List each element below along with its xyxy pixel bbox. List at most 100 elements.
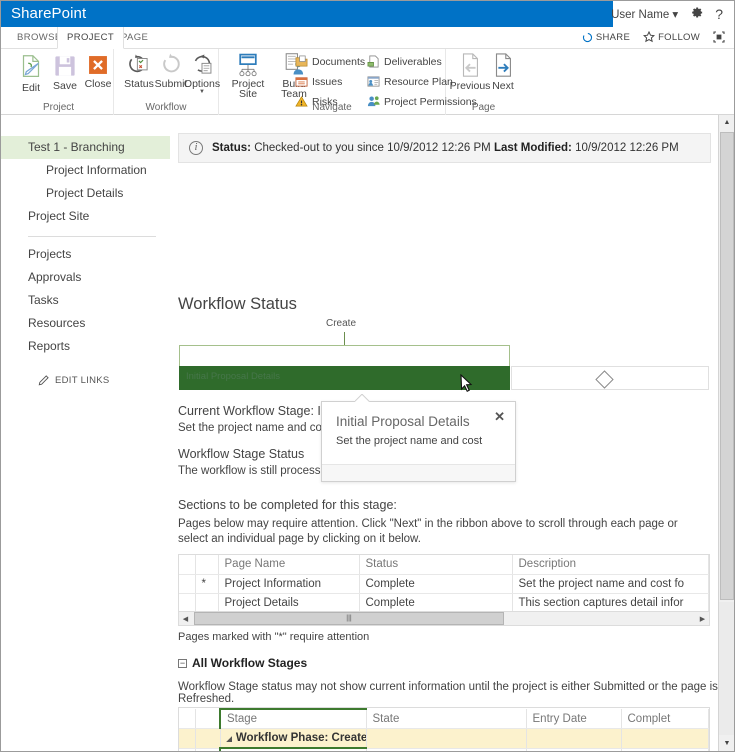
stage-state: In Progress (Workflow Processing) [366,748,527,752]
row-selector[interactable] [179,728,196,749]
stages-col-completed[interactable]: Complet [621,709,709,729]
sections-description: Pages below may require attention. Click… [178,518,678,545]
pencil-icon [38,375,49,386]
mouse-cursor [460,374,473,392]
pages-table: Page Name Status Description * Project I… [179,555,709,613]
workflow-next-stage-bar[interactable] [511,366,709,390]
deliverables-link[interactable]: Deliverables [367,55,442,68]
project-site-button[interactable]: Project Site [225,52,271,99]
scroll-right-icon[interactable]: ▶ [696,615,709,623]
follow-button[interactable]: FOLLOW [643,31,700,43]
collapse-icon[interactable]: − [178,658,187,668]
ribbon-group-page-label: Page [471,102,496,113]
callout-footer [322,464,515,481]
sidebar-item-projects[interactable]: Projects [0,243,170,266]
table-row[interactable]: * Project Information Complete Set the p… [179,574,709,594]
issues-icon [295,77,308,87]
next-page-icon [495,53,511,77]
follow-label: FOLLOW [658,31,700,43]
content-area: i Status: Checked-out to you since 10/9/… [170,115,718,752]
ribbon-tab-strip: BROWSE PROJECT PAGE SHARE FOLLOW [0,27,735,49]
star-icon [643,31,656,43]
gear-icon[interactable] [689,5,704,22]
share-label: SHARE [595,31,631,43]
table-row[interactable]: Project Details Complete This section ca… [179,593,709,613]
status-value: Checked-out to you since 10/9/2012 12:26… [254,142,491,154]
row-selector[interactable] [179,593,196,613]
resource-plan-label: Resource Plan [384,75,453,88]
pages-attention-note: Pages marked with "*" require attention [178,631,370,643]
last-modified-value: 10/9/2012 12:26 PM [575,142,679,154]
resource-plan-icon [367,76,380,87]
next-button[interactable]: Next [480,52,526,92]
sidebar-item-project-details[interactable]: Project Details [0,182,170,205]
workflow-stages-grid: Stage State Entry Date Complet ◢ Workflow… [178,707,710,752]
table-row[interactable]: ➨ Initial Proposal Details In Progress (… [179,747,709,752]
page-name-link[interactable]: Project Details [218,593,360,613]
pages-grid-hscrollbar[interactable]: ◀ ||| ▶ [179,611,709,625]
options-icon [194,54,212,74]
close-icon[interactable]: ✕ [494,410,505,423]
close-x-icon [89,56,107,74]
decision-diamond-icon [595,370,614,389]
sidebar-item-test-1-branching[interactable]: Test 1 - Branching [0,136,170,159]
callout-subtitle: Set the project name and cost [336,435,483,447]
page-description: Set the project name and cost fo [512,574,709,594]
resource-plan-link[interactable]: Resource Plan [367,75,453,88]
ribbon-group-navigate-label: Navigate [312,102,352,113]
stage-name-selected[interactable]: Initial Proposal Details [219,747,367,752]
edit-links-button[interactable]: EDIT LINKS [0,372,170,389]
scroll-up-icon[interactable]: ▲ [719,115,735,131]
suite-bar: SharePoint User Name ▾ ? [0,0,735,27]
stages-col-entry-date[interactable]: Entry Date [526,709,622,729]
page-name-link[interactable]: Project Information [218,574,360,594]
documents-label: Documents [312,55,366,68]
ribbon: Edit Save Close Project Status Submit Op… [0,49,735,115]
sharepoint-logo[interactable]: SharePoint [11,5,86,22]
sidebar-item-reports[interactable]: Reports [0,335,170,358]
pages-col-description[interactable]: Description [512,555,709,575]
question-icon[interactable]: ? [715,7,723,21]
vertical-scroll-track[interactable] [719,602,735,735]
vertical-scroll-thumb[interactable] [720,132,734,600]
sidebar-item-approvals[interactable]: Approvals [0,266,170,289]
share-button[interactable]: SHARE [582,32,630,43]
table-row-phase[interactable]: ◢ Workflow Phase: Create [179,728,709,749]
row-selector[interactable] [179,574,196,594]
stages-col-state[interactable]: State [366,709,527,729]
sidebar-item-tasks[interactable]: Tasks [0,289,170,312]
page-status: Complete [359,593,513,613]
share-icon [582,32,592,42]
row-selector[interactable] [179,748,196,752]
scroll-left-icon[interactable]: ◀ [179,615,192,623]
attention-marker [195,593,219,613]
tab-project[interactable]: PROJECT [57,27,125,49]
phase-state [366,728,527,749]
phase-name: ◢ Workflow Phase: Create [220,728,367,749]
stage-completed [621,748,709,752]
stages-col-stage[interactable]: Stage [219,708,367,729]
workflow-stages-table: Stage State Entry Date Complet ◢ Workflow… [179,708,709,752]
user-name-menu[interactable]: User Name ▾ [611,7,678,21]
info-icon: i [189,141,203,155]
focus-on-content-button[interactable] [713,31,725,43]
stages-col-1 [195,709,221,729]
pages-col-page-name[interactable]: Page Name [218,555,360,575]
all-workflow-stages-header[interactable]: − All Workflow Stages [178,656,307,670]
sidebar-item-project-information[interactable]: Project Information [0,159,170,182]
page-vertical-scrollbar[interactable]: ▲ ▼ [718,115,735,752]
scroll-down-icon[interactable]: ▼ [719,736,735,752]
scroll-track[interactable]: ||| [192,612,696,625]
phase-completed [621,728,709,749]
current-stage-arrow-icon: ➨ [195,748,221,752]
sidebar-item-project-site[interactable]: Project Site [0,205,170,228]
status-message-bar: i Status: Checked-out to you since 10/9/… [178,133,711,163]
pages-col-status[interactable]: Status [359,555,513,575]
sidebar-item-resources[interactable]: Resources [0,312,170,335]
all-workflow-stages-label: All Workflow Stages [192,656,308,670]
issues-link[interactable]: Issues [295,75,342,88]
documents-link[interactable]: Documents [295,55,365,68]
project-site-label: Project Site [231,78,265,100]
expand-triangle-icon[interactable]: ◢ [227,736,232,743]
scroll-thumb[interactable]: ||| [194,612,504,625]
